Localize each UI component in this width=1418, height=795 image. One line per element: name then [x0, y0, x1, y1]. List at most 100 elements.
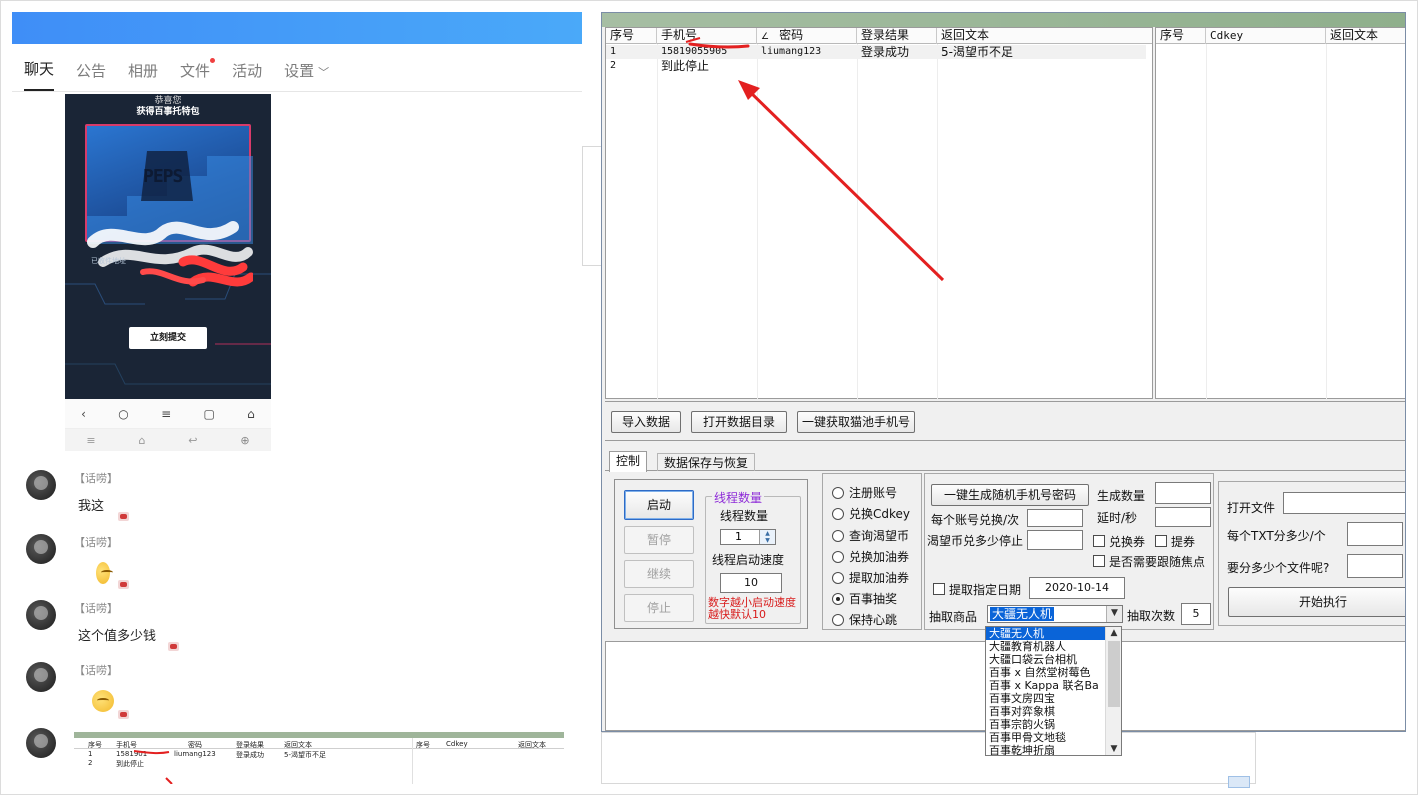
dropdown-option[interactable]: 大疆无人机: [986, 627, 1106, 640]
radio-button[interactable]: [832, 508, 844, 520]
account-result-grid[interactable]: 序号 手机号 ∠ 密码 登录结果 返回文本 1 15819055905 liuma…: [605, 27, 1154, 400]
start-execute-button[interactable]: 开始执行: [1228, 587, 1405, 617]
grid-col-line: [857, 44, 858, 400]
dropdown-option[interactable]: 大疆教育机器人: [986, 640, 1106, 653]
dropdown-option[interactable]: 百事甲骨文地毯: [986, 731, 1106, 744]
tab-files[interactable]: 文件: [180, 58, 216, 91]
open-data-dir-button[interactable]: 打开数据目录: [691, 411, 787, 433]
dropdown-option[interactable]: 百事乾坤折扇: [986, 744, 1106, 755]
prize-select[interactable]: 大疆无人机 ▼: [987, 605, 1123, 623]
dropdown-option[interactable]: 百事 x Kappa 联名Ba: [986, 679, 1106, 692]
shared-phone-screenshot[interactable]: 恭喜您 获得百事托特包 PEPS 已收件地址 立刻提交 ‹ ○ ≡ ▢ ⌂ ≡ …: [65, 94, 271, 451]
generate-random-accounts-button[interactable]: 一键生成随机手机号密码: [931, 484, 1089, 506]
dropdown-option[interactable]: 百事对弈象棋: [986, 705, 1106, 718]
stop-threshold-input[interactable]: [1027, 530, 1083, 550]
radio-button[interactable]: [832, 487, 844, 499]
tab-control[interactable]: 控制: [609, 451, 648, 472]
get-cat-pool-phones-button[interactable]: 一键获取猫池手机号: [797, 411, 915, 433]
delay-input[interactable]: [1155, 507, 1211, 527]
col-phone[interactable]: 手机号: [657, 28, 757, 44]
automation-tool-window: 序号 手机号 ∠ 密码 登录结果 返回文本 1 15819055905 liuma…: [601, 12, 1406, 732]
import-data-button[interactable]: 导入数据: [611, 411, 681, 433]
scroll-up-icon[interactable]: ▲: [1106, 627, 1121, 639]
col-login-result[interactable]: 登录结果: [857, 28, 937, 44]
thread-count-stepper[interactable]: 1 ▲ ▼: [720, 529, 776, 545]
col-index[interactable]: 序号: [1156, 28, 1206, 44]
per-account-input[interactable]: [1027, 509, 1083, 527]
cell-phone: 15819055905: [661, 46, 728, 57]
prize-dropdown-list[interactable]: 大疆无人机 大疆教育机器人 大疆口袋云台相机 百事 x 自然堂树莓色 百事 x …: [985, 626, 1122, 756]
stop-button[interactable]: 停止: [624, 594, 694, 622]
thumb-annotation-arrows: [133, 750, 173, 784]
start-button[interactable]: 启动: [624, 490, 694, 520]
dropdown-option[interactable]: 百事文房四宝: [986, 692, 1106, 705]
radio-button[interactable]: [832, 593, 844, 605]
delay-label: 延时/秒: [1097, 511, 1138, 525]
file-count-input[interactable]: [1347, 554, 1403, 578]
draw-count-input[interactable]: 5: [1181, 603, 1211, 625]
options-panel: 一键生成随机手机号密码 生成数量 每个账号兑换/次 延时/秒 渴望币兑多少停止 …: [924, 473, 1214, 630]
reaction-icon: [118, 710, 129, 719]
col-index[interactable]: 序号: [606, 28, 657, 44]
col-cdkey[interactable]: Cdkey: [1206, 28, 1326, 44]
avatar[interactable]: [26, 470, 56, 500]
radio-button[interactable]: [832, 614, 844, 626]
radio-label: 兑换加油券: [849, 550, 910, 564]
tab-data-save-restore[interactable]: 数据保存与恢复: [657, 453, 756, 471]
radio-label: 提取加油券: [849, 571, 910, 585]
dropdown-option[interactable]: 百事宗韵火锅: [986, 718, 1106, 731]
mode-radio-group: 注册账号 兑换Cdkey 查询渴望币 兑换加油券 提取加油券 百事抽奖 保持心跳: [822, 473, 922, 630]
specific-date-checkbox[interactable]: [933, 583, 945, 595]
specific-date-label: 提取指定日期: [949, 583, 1022, 597]
table-row[interactable]: 2 到此停止: [606, 59, 1152, 73]
tab-chat[interactable]: 聊天: [24, 58, 55, 91]
avatar[interactable]: [26, 534, 56, 564]
thread-count-label: 线程数量: [720, 509, 769, 523]
cell-phone: 到此停止: [661, 59, 710, 73]
chevron-down-icon[interactable]: ▼: [1106, 606, 1122, 622]
tab-album[interactable]: 相册: [128, 60, 158, 91]
dropdown-option[interactable]: 百事 x 自然堂树莓色: [986, 666, 1106, 679]
stepper-arrows-icon[interactable]: ▲ ▼: [759, 530, 775, 544]
dropdown-option[interactable]: 大疆口袋云台相机: [986, 653, 1106, 666]
col-password[interactable]: ∠ 密码: [757, 28, 857, 44]
grid-col-line: [757, 44, 758, 400]
scroll-thumb[interactable]: [1108, 641, 1120, 707]
scroll-down-icon[interactable]: ▼: [1106, 743, 1121, 755]
pause-button[interactable]: 暂停: [624, 526, 694, 554]
gen-count-input[interactable]: [1155, 482, 1211, 504]
dropdown-scrollbar[interactable]: ▲ ▼: [1105, 627, 1121, 755]
date-input[interactable]: 2020-10-14: [1029, 577, 1125, 599]
cell-return-text: 5-渴望币不足: [941, 45, 1013, 59]
chat-header-bar: [12, 12, 582, 44]
stop-threshold-label: 渴望币兑多少停止: [927, 534, 1024, 548]
avatar[interactable]: [26, 600, 56, 630]
table-row[interactable]: 1 15819055905 liumang123 登录成功 5-渴望币不足: [606, 45, 1146, 59]
avatar[interactable]: [26, 728, 56, 758]
grid-header: 序号 Cdkey 返回文本: [1156, 28, 1405, 44]
radio-button[interactable]: [832, 572, 844, 584]
tab-settings[interactable]: 设置 ﹀: [284, 60, 329, 91]
cdkey-grid[interactable]: 序号 Cdkey 返回文本: [1155, 27, 1405, 400]
radio-button[interactable]: [832, 530, 844, 542]
extract-coupon-checkbox[interactable]: [1155, 535, 1167, 547]
col-return-text[interactable]: 返回文本: [1326, 28, 1405, 44]
prize-line: 获得百事托特包: [136, 107, 200, 117]
follow-focus-checkbox[interactable]: [1093, 555, 1105, 567]
open-file-input[interactable]: [1283, 492, 1405, 514]
resume-button[interactable]: 继续: [624, 560, 694, 588]
col-return-text[interactable]: 返回文本: [937, 28, 1154, 44]
exchange-coupon-checkbox[interactable]: [1093, 535, 1105, 547]
radio-button[interactable]: [832, 551, 844, 563]
member-tag: 【话唠】: [74, 472, 118, 485]
tab-activity[interactable]: 活动: [232, 60, 262, 91]
follow-focus-label: 是否需要跟随焦点: [1109, 555, 1206, 569]
avatar[interactable]: [26, 662, 56, 692]
member-tag: 【话唠】: [74, 602, 118, 615]
per-txt-input[interactable]: [1347, 522, 1403, 546]
tab-announcement[interactable]: 公告: [76, 60, 106, 91]
radio-label: 百事抽奖: [849, 592, 898, 606]
tabs-icon: ▢: [203, 406, 215, 421]
shared-app-screenshot[interactable]: 序号 手机号 密码 登录结果 返回文本 序号 Cdkey 返回文本 1 1581…: [74, 732, 564, 784]
thread-speed-input[interactable]: 10: [720, 573, 782, 593]
